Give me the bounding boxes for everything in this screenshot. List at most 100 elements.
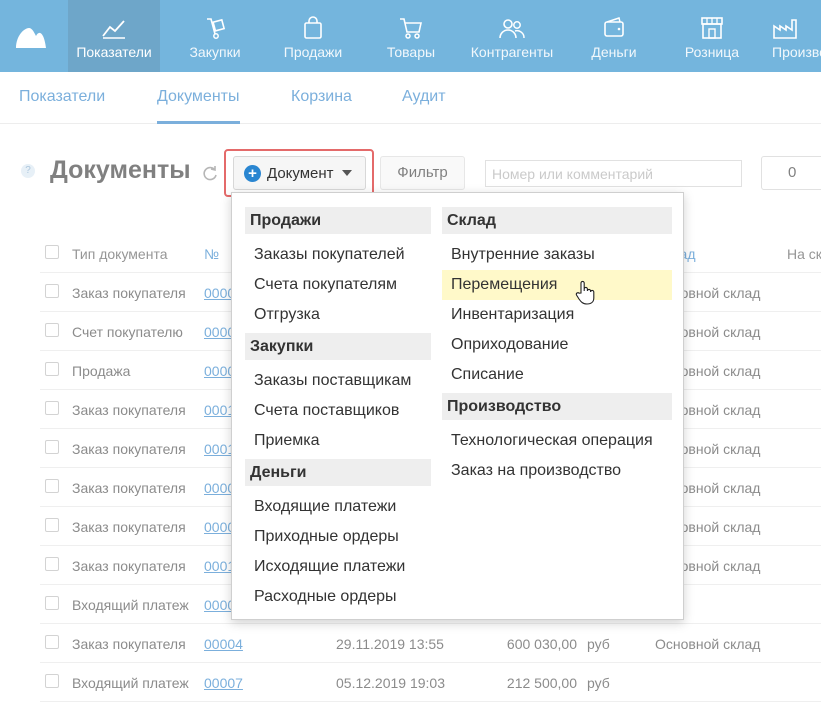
tab-indicators[interactable]: Показатели bbox=[19, 88, 105, 106]
row-checkbox[interactable] bbox=[45, 284, 59, 298]
cell-type: Заказ покупателя bbox=[72, 558, 186, 574]
cell-date: 29.11.2019 13:55 bbox=[336, 636, 444, 652]
menu-item-outgoing-payments[interactable]: Исходящие платежи bbox=[245, 552, 431, 582]
menu-item-internal-orders[interactable]: Внутренние заказы bbox=[442, 240, 672, 270]
cell-type: Заказ покупателя bbox=[72, 480, 186, 496]
cell-currency: руб bbox=[587, 636, 610, 652]
nav-item-money[interactable]: Деньги bbox=[570, 0, 658, 72]
tab-cart[interactable]: Корзина bbox=[291, 88, 352, 106]
menu-item-supplier-invoices[interactable]: Счета поставщиков bbox=[245, 396, 431, 426]
cell-currency: руб bbox=[587, 675, 610, 691]
active-tab-underline bbox=[157, 121, 240, 124]
menu-item-customer-orders[interactable]: Заказы покупателей bbox=[245, 240, 431, 270]
column-header-number[interactable]: № bbox=[204, 246, 219, 262]
menu-item-customer-invoices[interactable]: Счета покупателям bbox=[245, 270, 431, 300]
nav-item-goods[interactable]: Товары bbox=[366, 0, 456, 72]
nav-item-counterparties[interactable]: Контрагенты bbox=[464, 0, 560, 72]
menu-group-warehouse: Склад bbox=[442, 207, 672, 234]
row-checkbox[interactable] bbox=[45, 596, 59, 610]
menu-item-shipment[interactable]: Отгрузка bbox=[245, 300, 431, 330]
menu-item-supplier-orders[interactable]: Заказы поставщикам bbox=[245, 366, 431, 396]
cell-number-link[interactable]: 00007 bbox=[204, 675, 243, 691]
people-icon bbox=[498, 16, 526, 40]
nav-label: Продажи bbox=[283, 44, 343, 60]
row-checkbox[interactable] bbox=[45, 362, 59, 376]
nav-item-retail[interactable]: Розница bbox=[668, 0, 756, 72]
menu-item-cash-expenses[interactable]: Расходные ордеры bbox=[245, 582, 431, 612]
tab-audit[interactable]: Аудит bbox=[402, 88, 446, 106]
cell-type: Счет покупателю bbox=[72, 324, 183, 340]
menu-item-incoming-payments[interactable]: Входящие платежи bbox=[245, 492, 431, 522]
cell-sum: 212 500,00 bbox=[506, 675, 577, 691]
menu-item-production-order[interactable]: Заказ на производство bbox=[442, 456, 672, 486]
help-icon[interactable]: ? bbox=[21, 164, 35, 178]
nav-item-production[interactable]: Произво bbox=[766, 0, 821, 72]
refresh-icon[interactable] bbox=[201, 164, 219, 182]
cell-type: Входящий платеж bbox=[72, 675, 189, 691]
nav-label: Розница bbox=[684, 44, 740, 60]
search-input[interactable] bbox=[485, 160, 742, 187]
column-header-on-warehouse[interactable]: На ск bbox=[787, 246, 821, 262]
row-checkbox[interactable] bbox=[45, 518, 59, 532]
factory-icon bbox=[772, 16, 798, 40]
cell-type: Заказ покупателя bbox=[72, 636, 186, 652]
create-document-button[interactable]: + Документ bbox=[233, 156, 366, 190]
row-checkbox[interactable] bbox=[45, 479, 59, 493]
column-header-type[interactable]: Тип документа bbox=[72, 246, 168, 262]
cell-date: 05.12.2019 19:03 bbox=[336, 675, 445, 691]
cell-number-link[interactable]: 00004 bbox=[204, 636, 243, 652]
sub-navigation: Показатели Документы Корзина Аудит bbox=[0, 72, 821, 124]
bottom-fade bbox=[0, 704, 821, 717]
menu-group-purchases: Закупки bbox=[245, 333, 431, 360]
logo-icon[interactable] bbox=[14, 22, 48, 50]
nav-item-purchases[interactable]: Закупки bbox=[170, 0, 260, 72]
menu-item-transfers[interactable]: Перемещения bbox=[442, 270, 672, 300]
cell-type: Заказ покупателя bbox=[72, 402, 186, 418]
cell-type: Заказ покупателя bbox=[72, 441, 186, 457]
menu-item-inventory[interactable]: Инвентаризация bbox=[442, 300, 672, 330]
menu-item-tech-operation[interactable]: Технологическая операция bbox=[442, 426, 672, 456]
nav-label: Закупки bbox=[189, 44, 241, 60]
nav-item-sales[interactable]: Продажи bbox=[268, 0, 358, 72]
menu-group-production: Производство bbox=[442, 393, 672, 420]
nav-label: Показатели bbox=[76, 44, 152, 60]
table-row[interactable]: Входящий платеж 00007 05.12.2019 19:03 212 … bbox=[40, 663, 821, 702]
cell-type: Заказ покупателя bbox=[72, 519, 186, 535]
tab-documents[interactable]: Документы bbox=[157, 88, 239, 106]
count-field[interactable]: 0 bbox=[761, 156, 821, 190]
row-checkbox[interactable] bbox=[45, 674, 59, 688]
row-checkbox[interactable] bbox=[45, 401, 59, 415]
menu-item-write-off[interactable]: Списание bbox=[442, 360, 672, 390]
menu-group-money: Деньги bbox=[245, 459, 431, 486]
menu-item-cash-receipts[interactable]: Приходные ордеры bbox=[245, 522, 431, 552]
hand-cursor-icon bbox=[575, 280, 595, 305]
menu-group-sales: Продажи bbox=[245, 207, 431, 234]
cell-type: Заказ покупателя bbox=[72, 285, 186, 301]
nav-label: Товары bbox=[386, 44, 436, 60]
row-checkbox[interactable] bbox=[45, 635, 59, 649]
menu-column-right: Склад Внутренние заказы Перемещения Инве… bbox=[442, 207, 672, 486]
shopping-bag-icon bbox=[302, 16, 324, 40]
menu-column-left: Продажи Заказы покупателей Счета покупат… bbox=[245, 207, 431, 612]
row-checkbox[interactable] bbox=[45, 557, 59, 571]
menu-item-posting[interactable]: Оприходование bbox=[442, 330, 672, 360]
caret-down-icon bbox=[341, 170, 352, 176]
nav-label: Контрагенты bbox=[470, 44, 554, 60]
cell-type: Входящий платеж bbox=[72, 597, 189, 613]
nav-item-indicators[interactable]: Показатели bbox=[68, 0, 160, 72]
table-row[interactable]: Заказ покупателя 00004 29.11.2019 13:55 600… bbox=[40, 624, 821, 663]
cell-warehouse: Основной склад bbox=[655, 636, 761, 652]
menu-item-receiving[interactable]: Приемка bbox=[245, 426, 431, 456]
row-checkbox[interactable] bbox=[45, 323, 59, 337]
hand-truck-icon bbox=[203, 16, 227, 40]
plus-circle-icon: + bbox=[244, 164, 261, 182]
nav-label: Деньги bbox=[591, 44, 637, 60]
create-document-menu: Продажи Заказы покупателей Счета покупат… bbox=[231, 192, 684, 620]
wallet-icon bbox=[602, 16, 626, 40]
select-all-checkbox[interactable] bbox=[45, 245, 59, 259]
store-icon bbox=[699, 16, 725, 40]
filter-button[interactable]: Фильтр bbox=[380, 156, 465, 190]
page-title: Документы bbox=[50, 156, 191, 184]
row-checkbox[interactable] bbox=[45, 440, 59, 454]
cell-sum: 600 030,00 bbox=[506, 636, 577, 652]
